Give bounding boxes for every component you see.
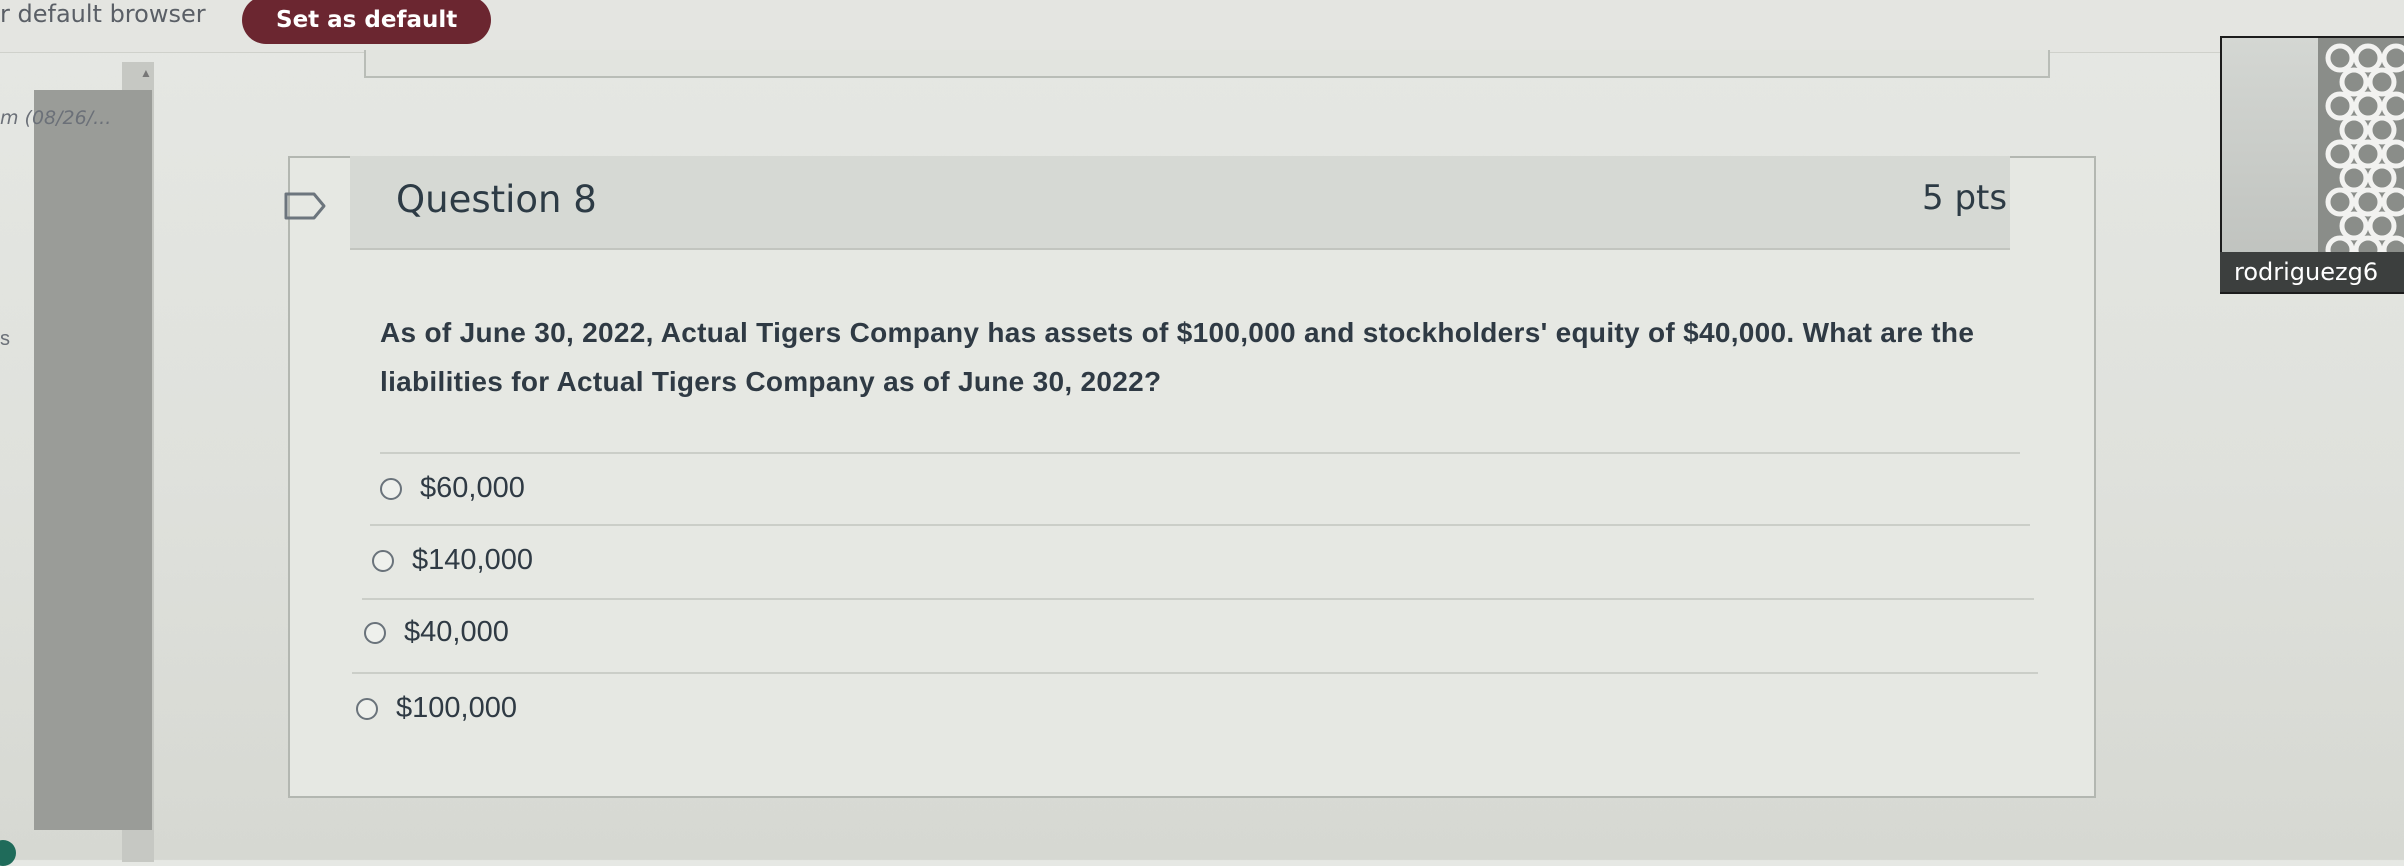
question-card bbox=[288, 156, 2096, 798]
divider bbox=[370, 524, 2030, 526]
answer-label: $140,000 bbox=[412, 544, 533, 576]
scroll-up-arrow-icon[interactable]: ▲ bbox=[140, 66, 152, 80]
status-dot-icon bbox=[0, 840, 16, 866]
banner-message: r default browser bbox=[0, 0, 206, 28]
answer-option[interactable]: $40,000 bbox=[364, 616, 509, 649]
radio-button-icon[interactable] bbox=[380, 477, 402, 500]
question-header bbox=[350, 156, 2010, 250]
answer-label: $40,000 bbox=[404, 616, 509, 648]
question-text: As of June 30, 2022, Actual Tigers Compa… bbox=[380, 317, 1975, 397]
radio-button-icon[interactable] bbox=[372, 549, 394, 572]
sidebar-scrollbar[interactable] bbox=[34, 90, 152, 830]
webcam-username: rodriguezg6 bbox=[2220, 252, 2404, 292]
previous-question-card bbox=[364, 50, 2050, 78]
set-as-default-button[interactable]: Set as default bbox=[242, 0, 492, 44]
divider bbox=[352, 672, 2038, 674]
answer-option[interactable]: $100,000 bbox=[356, 692, 517, 725]
question-points: 5 pts bbox=[1922, 178, 2008, 218]
question-title: Question 8 bbox=[396, 178, 597, 221]
answer-option[interactable]: $140,000 bbox=[372, 544, 533, 577]
sidebar-item-partial[interactable]: s bbox=[0, 328, 10, 351]
default-browser-banner: r default browser Set as default bbox=[0, 0, 2404, 53]
radio-button-icon[interactable] bbox=[356, 697, 378, 720]
webcam-background bbox=[2222, 38, 2318, 268]
bookmark-flag-icon[interactable] bbox=[282, 190, 330, 222]
answer-option[interactable]: $60,000 bbox=[380, 472, 525, 505]
divider bbox=[380, 452, 2020, 454]
radio-button-icon[interactable] bbox=[364, 621, 386, 644]
divider bbox=[362, 598, 2034, 600]
webcam-pattern-image bbox=[2318, 38, 2404, 268]
answer-label: $100,000 bbox=[396, 692, 517, 724]
sidebar-item-date[interactable]: m (08/26/... bbox=[0, 107, 111, 129]
answer-label: $60,000 bbox=[420, 472, 525, 504]
